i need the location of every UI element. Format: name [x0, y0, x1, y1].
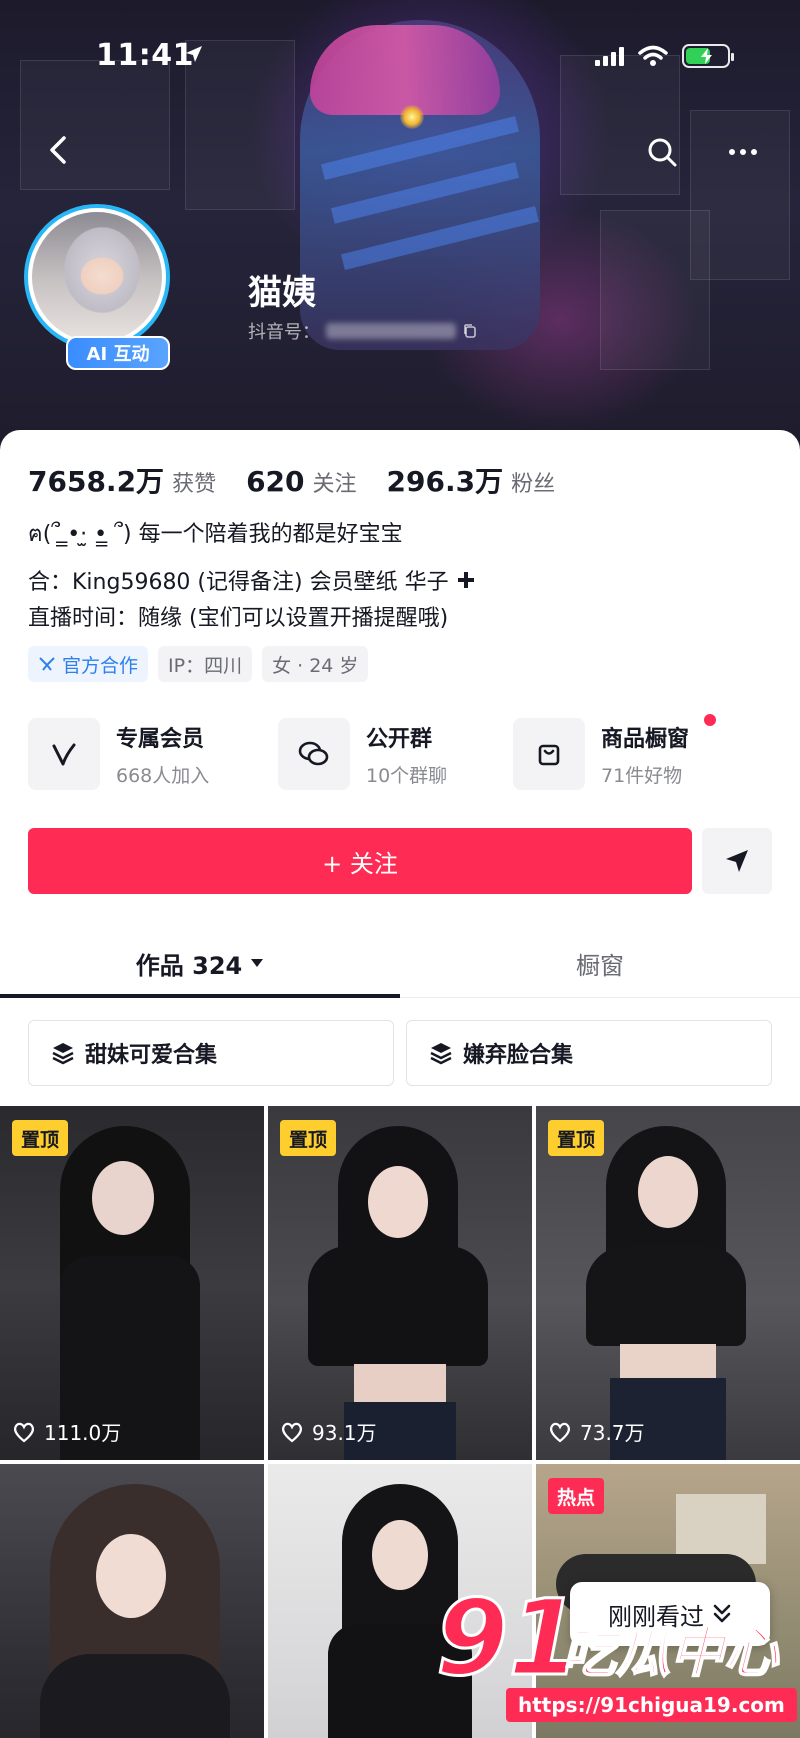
- profile-nickname: 猫姨: [248, 273, 316, 313]
- avatar[interactable]: [24, 204, 170, 350]
- feature-member-subtitle: 668人加入: [116, 764, 210, 787]
- heart-icon: [14, 1422, 34, 1442]
- video-likes-count: 111.0万: [44, 1421, 122, 1445]
- feature-shop-window[interactable]: 商品橱窗 71件好物: [513, 718, 689, 790]
- pinned-badge: 置顶: [12, 1120, 69, 1156]
- profile-stats: 7658.2万 获赞 620 关注 296.3万 粉丝: [28, 460, 555, 500]
- stat-following-label: 关注: [312, 472, 357, 497]
- bio-line-2: 合：King59680 (记得备注) 会员壁纸 华子: [28, 564, 477, 596]
- search-button[interactable]: [642, 132, 682, 172]
- wifi-icon: [638, 45, 668, 66]
- follow-button[interactable]: + 关注: [28, 828, 692, 894]
- feature-shop-icon-box: [513, 718, 585, 790]
- chevron-left-icon: [50, 136, 66, 164]
- collections-row: 甜妹可爱合集 嫌弃脸合集: [28, 1020, 772, 1086]
- official-partner-icon: [39, 657, 55, 671]
- more-dot: [751, 149, 757, 155]
- layers-icon: [52, 1043, 74, 1065]
- tag-official-label: 官方合作: [62, 654, 139, 677]
- tab-shop-window[interactable]: 橱窗: [400, 928, 800, 998]
- video-tile[interactable]: [0, 1464, 264, 1738]
- send-arrow-icon: [726, 850, 748, 872]
- video-likes-count: 73.7万: [580, 1421, 645, 1445]
- stat-likes[interactable]: 7658.2万 获赞: [28, 460, 216, 500]
- video-likes: 93.1万: [280, 1417, 377, 1446]
- more-dot: [740, 149, 746, 155]
- member-v-icon: [52, 743, 76, 766]
- site-watermark: 91 吃瓜中心 https://91chigua19.com: [435, 1577, 797, 1726]
- share-button[interactable]: [702, 828, 772, 894]
- hot-badge: 热点: [548, 1478, 605, 1514]
- notification-dot: [704, 714, 716, 726]
- tab-active-indicator: [0, 994, 400, 998]
- chat-bubbles-icon: [298, 741, 329, 766]
- watermark-text: 吃瓜中心: [561, 1620, 779, 1685]
- heart-icon: [282, 1422, 302, 1442]
- content-tabs: 作品 324 橱窗: [0, 928, 800, 998]
- feature-group-chat[interactable]: 公开群 10个群聊: [278, 718, 447, 790]
- bio-line-2-text: 合：King59680 (记得备注) 会员壁纸 华子: [28, 570, 449, 595]
- bio-line-1: ฅ(՞ ̳•·̫ •̳ ՞) 每一个陪着我的都是好宝宝: [28, 522, 403, 547]
- ai-interaction-badge[interactable]: AI 互动: [66, 336, 170, 370]
- plus-icon: [457, 572, 474, 588]
- collection-sweet[interactable]: 甜妹可爱合集: [28, 1020, 394, 1086]
- status-indicators: [595, 44, 734, 68]
- douyin-id[interactable]: 抖音号：: [248, 318, 478, 344]
- feature-row: 专属会员 668人加入 公开群 10个群聊 商品橱窗 71件好物: [28, 714, 772, 796]
- back-button[interactable]: [38, 130, 78, 170]
- location-arrow-icon: [186, 46, 202, 62]
- feature-member-icon-box: [28, 718, 100, 790]
- pinned-badge: 置顶: [280, 1120, 337, 1156]
- tag-gender-age: 女 · 24 岁: [262, 646, 369, 682]
- more-options-button[interactable]: [718, 132, 768, 172]
- douyin-id-value-blurred: [326, 323, 456, 339]
- video-likes-count: 93.1万: [312, 1421, 377, 1445]
- video-likes: 73.7万: [548, 1417, 645, 1446]
- stat-following-value: 620: [246, 465, 305, 498]
- stat-followers-value: 296.3万: [386, 465, 504, 498]
- copy-icon[interactable]: [462, 323, 478, 339]
- battery-icon: [682, 44, 734, 68]
- stat-following[interactable]: 620 关注: [246, 465, 356, 498]
- profile-tags: 官方合作 IP：四川 女 · 24 岁: [28, 646, 369, 682]
- more-dot: [729, 149, 735, 155]
- shopping-bag-icon: [538, 744, 560, 766]
- watermark-number: 91: [435, 1577, 583, 1699]
- douyin-id-label: 抖音号：: [248, 322, 320, 343]
- stat-followers[interactable]: 296.3万 粉丝: [387, 460, 556, 500]
- collection-sweet-label: 甜妹可爱合集: [85, 1043, 218, 1068]
- feature-shop-subtitle: 71件好物: [601, 764, 683, 787]
- caret-down-icon: [251, 959, 264, 967]
- feature-member-title: 专属会员: [116, 726, 205, 752]
- status-time: 11:41: [96, 38, 194, 73]
- video-tile[interactable]: 置顶 93.1万: [268, 1106, 532, 1460]
- heart-icon: [550, 1422, 570, 1442]
- search-icon: [648, 138, 677, 167]
- watermark-url: https://91chigua19.com: [506, 1688, 797, 1722]
- pinned-badge: 置顶: [548, 1120, 605, 1156]
- cellular-signal-icon: [595, 46, 624, 66]
- video-tile[interactable]: 置顶 73.7万: [536, 1106, 800, 1460]
- tab-works[interactable]: 作品 324: [0, 928, 400, 998]
- collection-disdain-label: 嫌弃脸合集: [463, 1043, 574, 1068]
- video-tile[interactable]: 置顶 111.0万: [0, 1106, 264, 1460]
- feature-group-subtitle: 10个群聊: [366, 764, 448, 787]
- feature-member[interactable]: 专属会员 668人加入: [28, 718, 209, 790]
- avatar-image: [32, 212, 162, 342]
- tab-works-label: 作品 324: [135, 951, 243, 980]
- feature-shop-title: 商品橱窗: [601, 726, 690, 752]
- tag-ip-location: IP：四川: [158, 646, 253, 682]
- stat-followers-label: 粉丝: [511, 472, 556, 497]
- profile-card: 7658.2万 获赞 620 关注 296.3万 粉丝 ฅ(՞ ̳•·̫ •̳ …: [0, 430, 800, 1738]
- feature-group-icon-box: [278, 718, 350, 790]
- collection-disdain[interactable]: 嫌弃脸合集: [406, 1020, 772, 1086]
- stat-likes-value: 7658.2万: [28, 465, 165, 498]
- layers-icon: [430, 1043, 452, 1065]
- feature-group-title: 公开群: [366, 726, 433, 752]
- tag-official-partner[interactable]: 官方合作: [28, 646, 149, 682]
- video-likes: 111.0万: [12, 1417, 121, 1446]
- bio-line-3: 直播时间：随缘 (宝们可以设置开播提醒哦): [28, 606, 449, 631]
- stat-likes-label: 获赞: [172, 472, 217, 497]
